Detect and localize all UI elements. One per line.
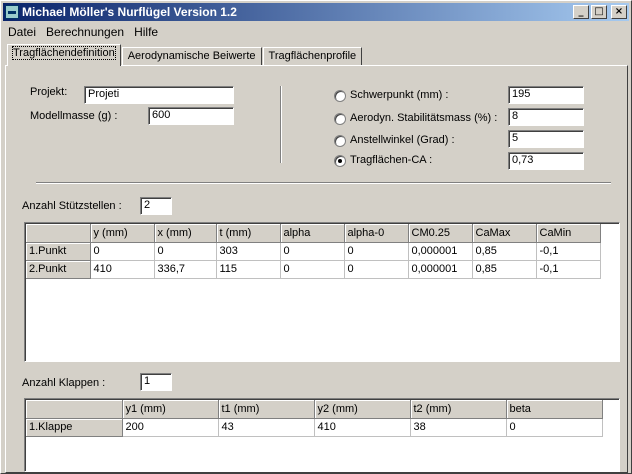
col-header[interactable]: CaMin [536, 224, 601, 243]
schwerpunkt-input[interactable]: 195 [508, 86, 584, 104]
grid-cell[interactable]: 38 [410, 418, 507, 437]
grid-corner [26, 224, 91, 243]
grid-cell[interactable]: 0 [90, 242, 155, 261]
col-header[interactable]: t1 (mm) [218, 400, 315, 419]
minimize-button[interactable]: _ [573, 5, 589, 19]
table-row: 1.Punkt 0 0 303 0 0 0,000001 0,85 -0,1 [26, 242, 601, 261]
stuetzstellen-label: Anzahl Stützstellen : [22, 200, 122, 212]
grid-cell[interactable]: 0 [506, 418, 603, 437]
radio-stabilitaetsmass[interactable] [334, 113, 346, 125]
tragflaechen-ca-label: Tragflächen-CA : [350, 154, 433, 166]
menu-hilfe[interactable]: Hilfe [129, 25, 163, 39]
anstellwinkel-label: Anstellwinkel (Grad) : [350, 134, 455, 146]
grid-cell[interactable]: 336,7 [154, 260, 217, 279]
klappen-label: Anzahl Klappen : [22, 377, 106, 389]
col-header[interactable]: y (mm) [90, 224, 155, 243]
grid-cell[interactable]: 410 [90, 260, 155, 279]
close-button[interactable]: × [611, 5, 627, 19]
radio-schwerpunkt[interactable] [334, 90, 346, 102]
projekt-input[interactable]: Projeti [84, 86, 234, 104]
col-header[interactable]: y2 (mm) [314, 400, 411, 419]
grid-cell[interactable]: 0 [280, 242, 345, 261]
stuetzstellen-count-input[interactable]: 2 [140, 197, 172, 215]
klappen-count-input[interactable]: 1 [140, 373, 172, 391]
anstellwinkel-input[interactable]: 5 [508, 130, 584, 148]
grid-cell[interactable]: 43 [218, 418, 315, 437]
tab-aerodynamische-beiwerte[interactable]: Aerodynamische Beiwerte [121, 47, 262, 66]
grid-cell[interactable]: 303 [216, 242, 281, 261]
modellmasse-input[interactable]: 600 [148, 107, 234, 125]
tab-tragflaechenprofile[interactable]: Tragflächenprofile [262, 47, 363, 66]
close-icon: × [614, 6, 624, 17]
tab-strip: Tragflächendefinition Aerodynamische Bei… [7, 44, 363, 66]
grid-cell[interactable]: 0 [344, 242, 409, 261]
vertical-divider [280, 86, 282, 163]
main-window: Michael Möller's Nurflügel Version 1.2 _… [0, 0, 632, 474]
maximize-icon: □ [594, 6, 604, 17]
grid-cell[interactable]: 0,85 [472, 242, 537, 261]
menu-bar: Datei Berechnungen Hilfe [3, 22, 629, 41]
grid-cell[interactable]: 410 [314, 418, 411, 437]
row-header[interactable]: 1.Klappe [26, 418, 123, 437]
grid-cell[interactable]: 200 [122, 418, 219, 437]
klappen-table: y1 (mm) t1 (mm) y2 (mm) t2 (mm) beta 1.K… [26, 400, 603, 437]
minimize-icon: _ [578, 6, 584, 17]
window-title: Michael Möller's Nurflügel Version 1.2 [22, 5, 237, 19]
tragflaechen-ca-input[interactable]: 0,73 [508, 152, 584, 170]
grid-cell[interactable]: 0 [344, 260, 409, 279]
col-header[interactable]: y1 (mm) [122, 400, 219, 419]
menu-datei[interactable]: Datei [3, 25, 41, 39]
grid-corner [26, 400, 123, 419]
title-bar[interactable]: Michael Möller's Nurflügel Version 1.2 _… [3, 3, 629, 21]
stuetzstellen-table: y (mm) x (mm) t (mm) alpha alpha-0 CM0.2… [26, 224, 601, 279]
col-header[interactable]: t (mm) [216, 224, 281, 243]
col-header[interactable]: alpha [280, 224, 345, 243]
col-header[interactable]: beta [506, 400, 603, 419]
tab-panel: Projekt: Projeti Modellmasse (g) : 600 S… [5, 65, 628, 473]
col-header[interactable]: CM0.25 [408, 224, 473, 243]
col-header[interactable]: x (mm) [154, 224, 217, 243]
app-icon [5, 5, 19, 19]
klappen-grid[interactable]: y1 (mm) t1 (mm) y2 (mm) t2 (mm) beta 1.K… [24, 398, 620, 472]
menu-berechnungen[interactable]: Berechnungen [41, 25, 129, 39]
grid-cell[interactable]: -0,1 [536, 260, 601, 279]
radio-anstellwinkel[interactable] [334, 135, 346, 147]
grid-cell[interactable]: 0,000001 [408, 260, 473, 279]
col-header[interactable]: CaMax [472, 224, 537, 243]
maximize-button[interactable]: □ [591, 5, 607, 19]
grid-cell[interactable]: 0,000001 [408, 242, 473, 261]
row-header[interactable]: 1.Punkt [26, 242, 91, 261]
tab-tragflaechendefinition[interactable]: Tragflächendefinition [7, 44, 121, 66]
row-header[interactable]: 2.Punkt [26, 260, 91, 279]
stabilitaetsmass-label: Aerodyn. Stabilitätsmass (%) : [350, 112, 498, 124]
horizontal-divider [36, 182, 611, 184]
grid-cell[interactable]: 0,85 [472, 260, 537, 279]
projekt-label: Projekt: [30, 86, 68, 98]
col-header[interactable]: t2 (mm) [410, 400, 507, 419]
radio-tragflaechen-ca[interactable] [334, 155, 346, 167]
grid-cell[interactable]: 115 [216, 260, 281, 279]
table-row: 2.Punkt 410 336,7 115 0 0 0,000001 0,85 … [26, 260, 601, 279]
table-row: 1.Klappe 200 43 410 38 0 [26, 418, 603, 437]
col-header[interactable]: alpha-0 [344, 224, 409, 243]
grid-cell[interactable]: 0 [280, 260, 345, 279]
schwerpunkt-label: Schwerpunkt (mm) : [350, 89, 449, 101]
stuetzstellen-grid[interactable]: y (mm) x (mm) t (mm) alpha alpha-0 CM0.2… [24, 222, 620, 362]
modellmasse-label: Modellmasse (g) : [30, 110, 118, 122]
grid-cell[interactable]: -0,1 [536, 242, 601, 261]
stabilitaetsmass-input[interactable]: 8 [508, 108, 584, 126]
grid-cell[interactable]: 0 [154, 242, 217, 261]
